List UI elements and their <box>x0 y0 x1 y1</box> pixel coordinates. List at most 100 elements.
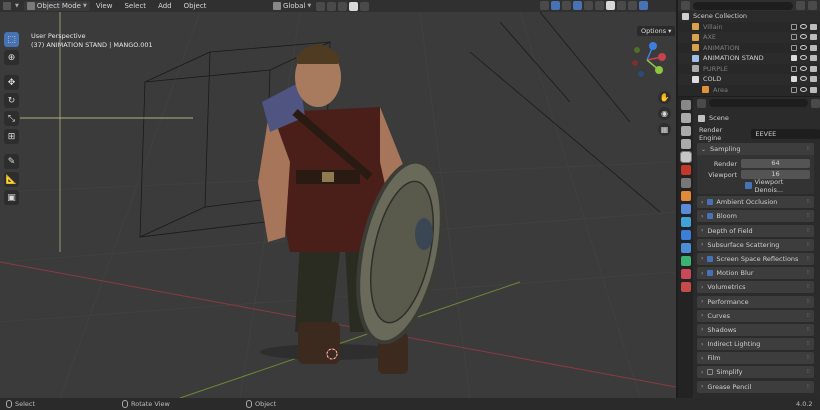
panel-indirect-lighting[interactable]: › Indirect Lighting ⠿ <box>697 338 814 351</box>
physics-tab-icon[interactable] <box>680 230 691 240</box>
camera-icon[interactable] <box>810 23 817 30</box>
drag-handle-icon[interactable]: ⠿ <box>806 313 810 319</box>
panel-enable-checkbox[interactable] <box>707 255 714 262</box>
drag-handle-icon[interactable]: ⠿ <box>806 284 810 290</box>
annotate-tool-icon[interactable]: ✎ <box>4 154 19 169</box>
drag-handle-icon[interactable]: ⠿ <box>806 270 810 276</box>
pin-icon[interactable] <box>811 98 820 108</box>
eye-icon[interactable] <box>800 76 807 82</box>
viewport-denoise-checkbox[interactable] <box>745 182 752 189</box>
pivot-icon[interactable] <box>316 1 326 11</box>
overlay-toggle-icon[interactable] <box>573 1 582 10</box>
collection-tab-icon[interactable] <box>680 178 691 188</box>
measure-tool-icon[interactable]: 📐 <box>4 172 19 187</box>
exclude-checkbox[interactable] <box>791 86 797 93</box>
camera-view-icon[interactable]: ◉ <box>658 107 671 120</box>
panel-enable-checkbox[interactable] <box>707 369 714 376</box>
drag-handle-icon[interactable]: ⠿ <box>806 242 810 248</box>
xray-icon[interactable] <box>595 1 604 10</box>
gizmo-z-icon[interactable] <box>649 42 657 50</box>
menu-object[interactable]: Object <box>178 1 213 11</box>
rotate-tool-icon[interactable]: ↻ <box>4 93 19 108</box>
shading-solid-icon[interactable] <box>617 1 626 10</box>
outliner-item[interactable]: Villain <box>678 22 820 33</box>
particles-tab-icon[interactable] <box>680 217 691 227</box>
scale-tool-icon[interactable]: ⤡ <box>4 111 19 126</box>
texture-tab-icon[interactable] <box>680 282 691 292</box>
shading-material-icon[interactable] <box>628 1 637 10</box>
move-tool-icon[interactable]: ✥ <box>4 75 19 90</box>
outliner-item[interactable]: COLD <box>678 74 820 85</box>
render-samples-field[interactable]: 64 <box>741 159 810 168</box>
outliner-search-input[interactable] <box>693 1 793 10</box>
properties-editor-icon[interactable] <box>697 98 706 108</box>
perspective-toggle-icon[interactable]: ▦ <box>658 123 671 136</box>
filter-icon[interactable] <box>796 1 805 10</box>
snap-target-icon[interactable] <box>338 1 348 11</box>
panel-performance[interactable]: › Performance ⠿ <box>697 295 814 308</box>
mode-dropdown[interactable]: Object Mode ▼ <box>23 1 90 11</box>
visibility-icon[interactable] <box>540 1 549 10</box>
scene-tab-icon[interactable] <box>679 151 692 163</box>
panel-enable-checkbox[interactable] <box>707 199 714 206</box>
options-dropdown[interactable]: Options ▾ <box>637 26 676 36</box>
drag-handle-icon[interactable]: ⠿ <box>806 213 810 219</box>
gizmo-y-icon[interactable] <box>655 66 663 74</box>
exclude-checkbox[interactable] <box>791 44 797 51</box>
camera-icon[interactable] <box>810 34 817 41</box>
panel-grease-pencil[interactable]: › Grease Pencil ⠿ <box>697 380 814 393</box>
exclude-checkbox[interactable] <box>791 55 797 62</box>
proportional-falloff-icon[interactable] <box>360 1 370 11</box>
panel-screen-space-reflections[interactable]: › Screen Space Reflections ⠿ <box>697 252 814 265</box>
output-tab-icon[interactable] <box>680 126 691 136</box>
drag-handle-icon[interactable]: ⠿ <box>806 299 810 305</box>
pan-hand-icon[interactable]: ✋ <box>658 91 671 104</box>
outliner-item[interactable]: ANIMATION STAND <box>678 53 820 64</box>
navigation-gizmo[interactable] <box>627 40 667 80</box>
drag-handle-icon[interactable]: ⠿ <box>806 384 810 390</box>
editor-type-button[interactable]: ▼ <box>0 1 22 11</box>
warrior-character[interactable] <box>258 44 456 375</box>
world-tab-icon[interactable] <box>680 165 691 175</box>
tool-tab-icon[interactable] <box>680 100 691 110</box>
cursor-tool-icon[interactable]: ⊕ <box>4 50 19 65</box>
eye-icon[interactable] <box>800 55 807 61</box>
properties-search-input[interactable] <box>709 99 808 107</box>
gizmo-neg-x-icon[interactable] <box>632 60 638 66</box>
outliner-item[interactable]: AXE <box>678 32 820 43</box>
constraints-tab-icon[interactable] <box>680 243 691 253</box>
outliner-display-mode-icon[interactable] <box>681 1 690 10</box>
exclude-checkbox[interactable] <box>791 65 797 72</box>
overlay-dropdown-icon[interactable] <box>584 1 593 10</box>
eye-icon[interactable] <box>800 65 807 71</box>
material-tab-icon[interactable] <box>680 269 691 279</box>
shading-wireframe-icon[interactable] <box>606 1 615 10</box>
menu-view[interactable]: View <box>90 1 119 11</box>
select-box-tool-icon[interactable]: ⬚ <box>4 32 19 47</box>
new-collection-icon[interactable] <box>808 1 817 10</box>
drag-handle-icon[interactable]: ⠿ <box>806 256 810 262</box>
add-cube-tool-icon[interactable]: ▣ <box>4 190 19 205</box>
eye-icon[interactable] <box>800 86 807 92</box>
camera-icon[interactable] <box>810 76 817 83</box>
modifier-tab-icon[interactable] <box>680 204 691 214</box>
render-tab-icon[interactable] <box>680 113 691 123</box>
shading-rendered-icon[interactable] <box>639 1 648 10</box>
drag-handle-icon[interactable]: ⠿ <box>806 355 810 361</box>
drag-handle-icon[interactable]: ⠿ <box>806 228 810 234</box>
outliner-root[interactable]: Scene Collection <box>678 11 820 22</box>
exclude-checkbox[interactable] <box>791 76 797 83</box>
view-layer-tab-icon[interactable] <box>680 139 691 149</box>
3d-viewport[interactable]: ⬚ ⊕ ✥ ↻ ⤡ ⊞ ✎ 📐 ▣ User Perspective (37) … <box>0 12 676 398</box>
menu-add[interactable]: Add <box>152 1 178 11</box>
panel-bloom[interactable]: › Bloom ⠿ <box>697 210 814 223</box>
drag-handle-icon[interactable]: ⠿ <box>806 369 810 375</box>
render-engine-dropdown[interactable]: EEVEE <box>751 129 820 139</box>
drag-handle-icon[interactable]: ⠿ <box>806 199 810 205</box>
drag-handle-icon[interactable]: ⠿ <box>806 327 810 333</box>
camera-icon[interactable] <box>810 86 817 93</box>
gizmo-dropdown-icon[interactable] <box>562 1 571 10</box>
panel-subsurface-scattering[interactable]: › Subsurface Scattering ⠿ <box>697 238 814 251</box>
drag-handle-icon[interactable]: ⠿ <box>806 341 810 347</box>
sampling-panel-header[interactable]: ⌄ Sampling ⠿ <box>697 143 814 155</box>
